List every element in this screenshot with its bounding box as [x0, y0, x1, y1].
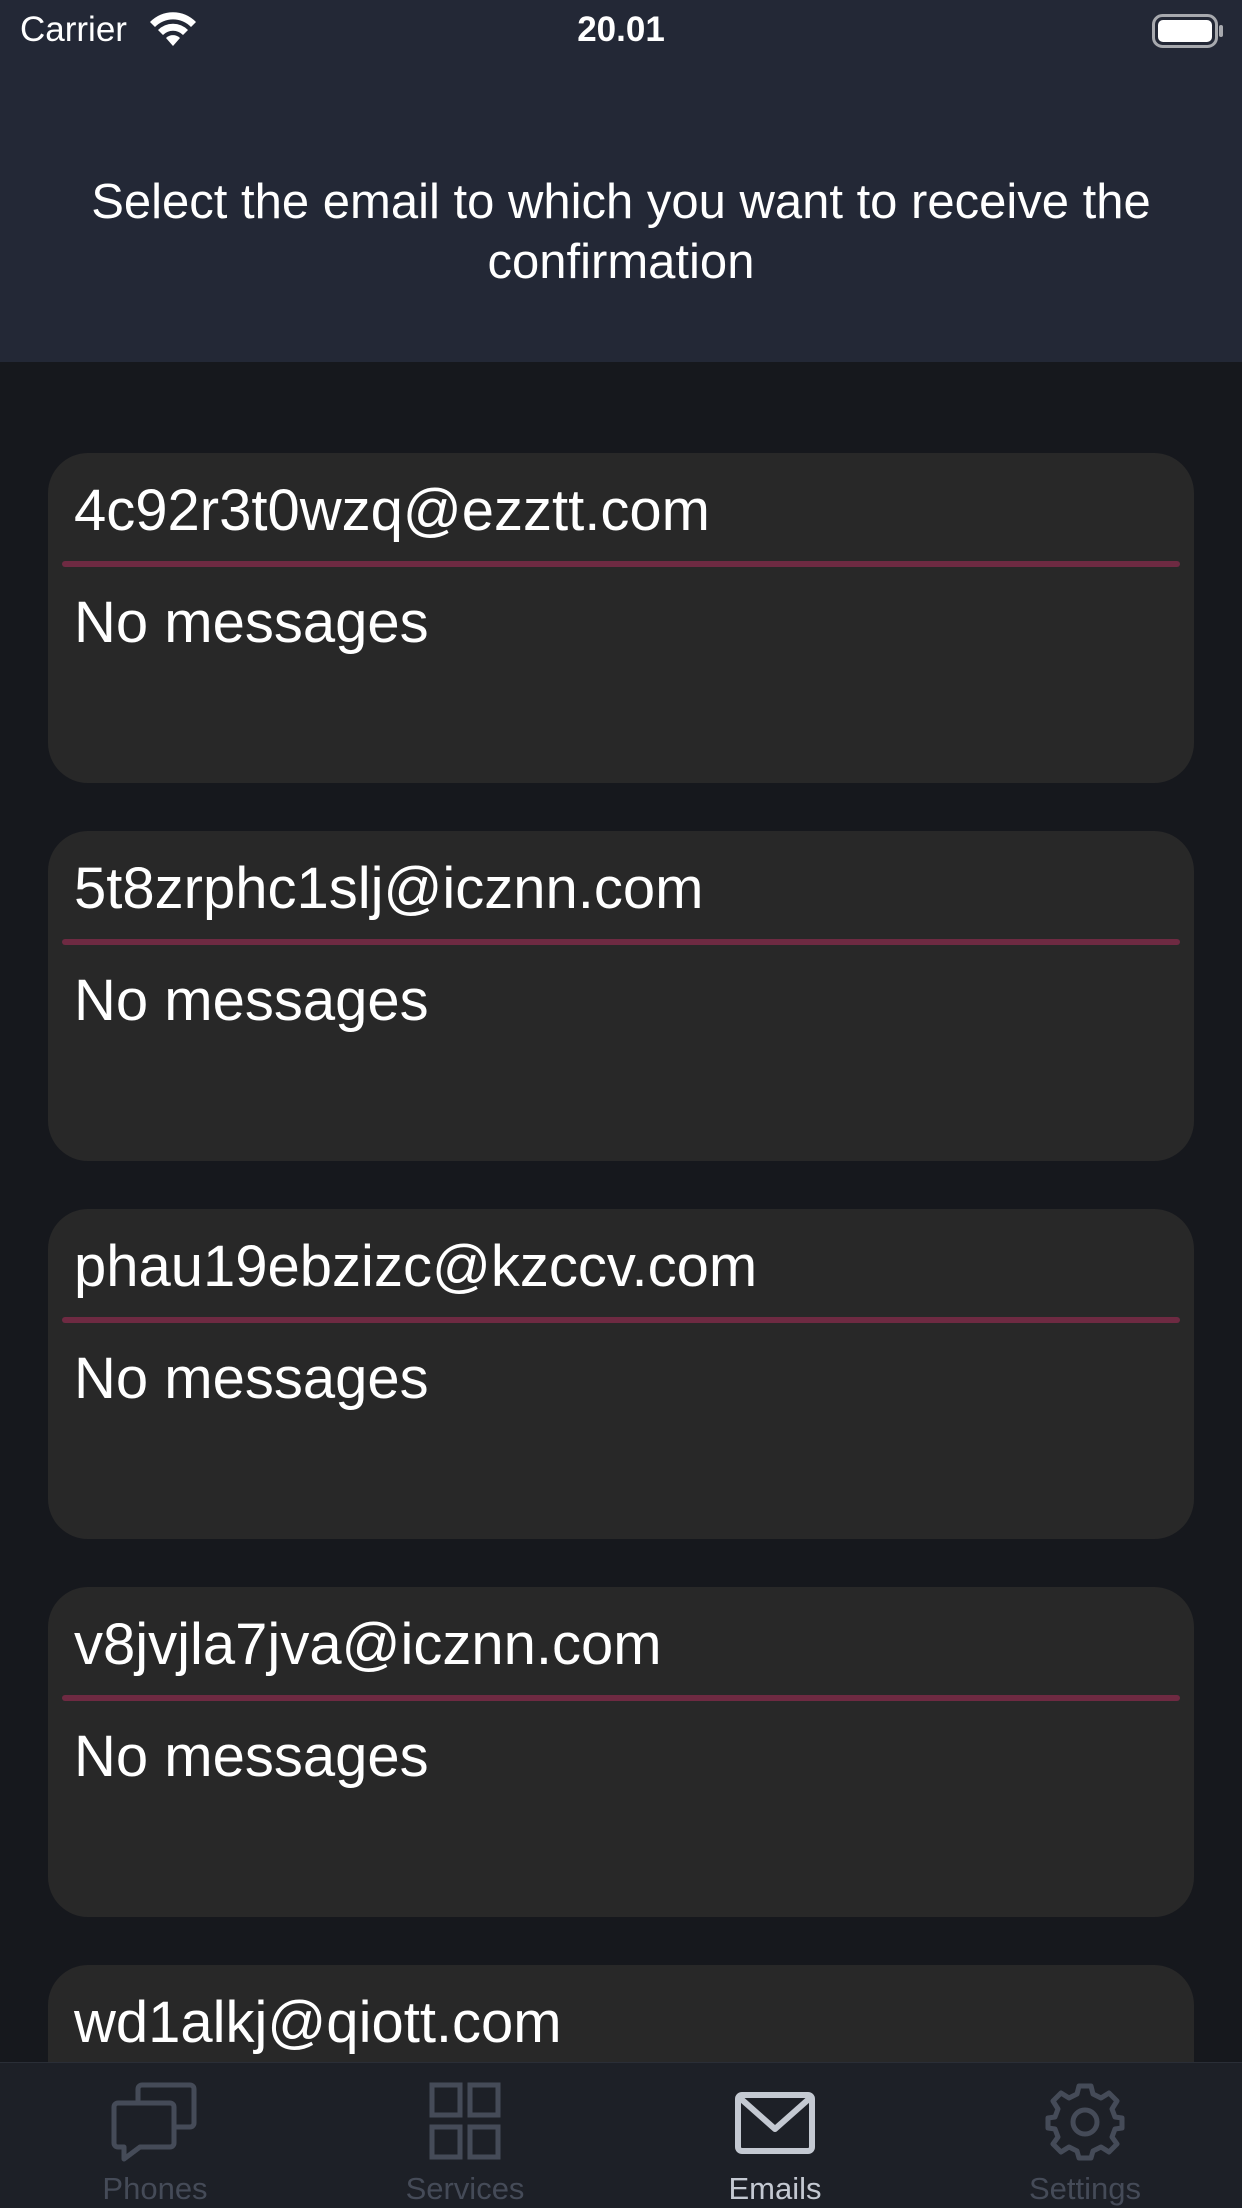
- card-divider: [62, 939, 1180, 945]
- email-card[interactable]: 4c92r3t0wzq@ezztt.com No messages: [48, 453, 1194, 783]
- email-address: 5t8zrphc1slj@icznn.com: [74, 856, 704, 921]
- card-divider: [62, 561, 1180, 567]
- header: Carrier 20.01 Select the email to which …: [0, 0, 1242, 362]
- tab-phones[interactable]: Phones: [0, 2063, 310, 2208]
- page-title: Select the email to which you want to re…: [91, 175, 1151, 289]
- tab-label: Settings: [1028, 2171, 1141, 2206]
- message-status: No messages: [74, 1724, 429, 1789]
- tab-label: Phones: [102, 2171, 208, 2206]
- email-card[interactable]: v8jvjla7jva@icznn.com No messages: [48, 1587, 1194, 1917]
- app-screen: Carrier 20.01 Select the email to which …: [0, 0, 1242, 2208]
- email-card[interactable]: wd1alkj@qiott.com: [48, 1965, 1194, 2062]
- message-status: No messages: [74, 590, 429, 655]
- message-status: No messages: [74, 968, 429, 1033]
- card-divider: [62, 1317, 1180, 1323]
- tab-bar: Phones Services Emails Settings: [0, 2062, 1242, 2208]
- email-card[interactable]: phau19ebzizc@kzccv.com No messages: [48, 1209, 1194, 1539]
- chat-bubbles-icon: [111, 2082, 197, 2162]
- email-list[interactable]: 4c92r3t0wzq@ezztt.com No messages 5t8zrp…: [0, 362, 1242, 2062]
- tab-services[interactable]: Services: [310, 2063, 620, 2208]
- gear-icon: [1045, 2083, 1125, 2161]
- tab-label: Emails: [728, 2171, 822, 2206]
- battery-icon: [1152, 14, 1223, 48]
- email-address: v8jvjla7jva@icznn.com: [74, 1612, 662, 1677]
- email-address: 4c92r3t0wzq@ezztt.com: [74, 478, 710, 543]
- message-status: No messages: [74, 1346, 429, 1411]
- status-bar: Carrier 20.01: [0, 0, 1242, 64]
- tab-emails[interactable]: Emails: [620, 2063, 930, 2208]
- tab-label: Services: [405, 2171, 525, 2206]
- email-card[interactable]: 5t8zrphc1slj@icznn.com No messages: [48, 831, 1194, 1161]
- envelope-icon: [735, 2092, 815, 2154]
- grid-icon: [429, 2082, 501, 2160]
- status-time: 20.01: [577, 10, 665, 49]
- email-address: wd1alkj@qiott.com: [74, 1990, 562, 2055]
- tab-settings[interactable]: Settings: [930, 2063, 1240, 2208]
- email-address: phau19ebzizc@kzccv.com: [74, 1234, 758, 1299]
- card-divider: [62, 1695, 1180, 1701]
